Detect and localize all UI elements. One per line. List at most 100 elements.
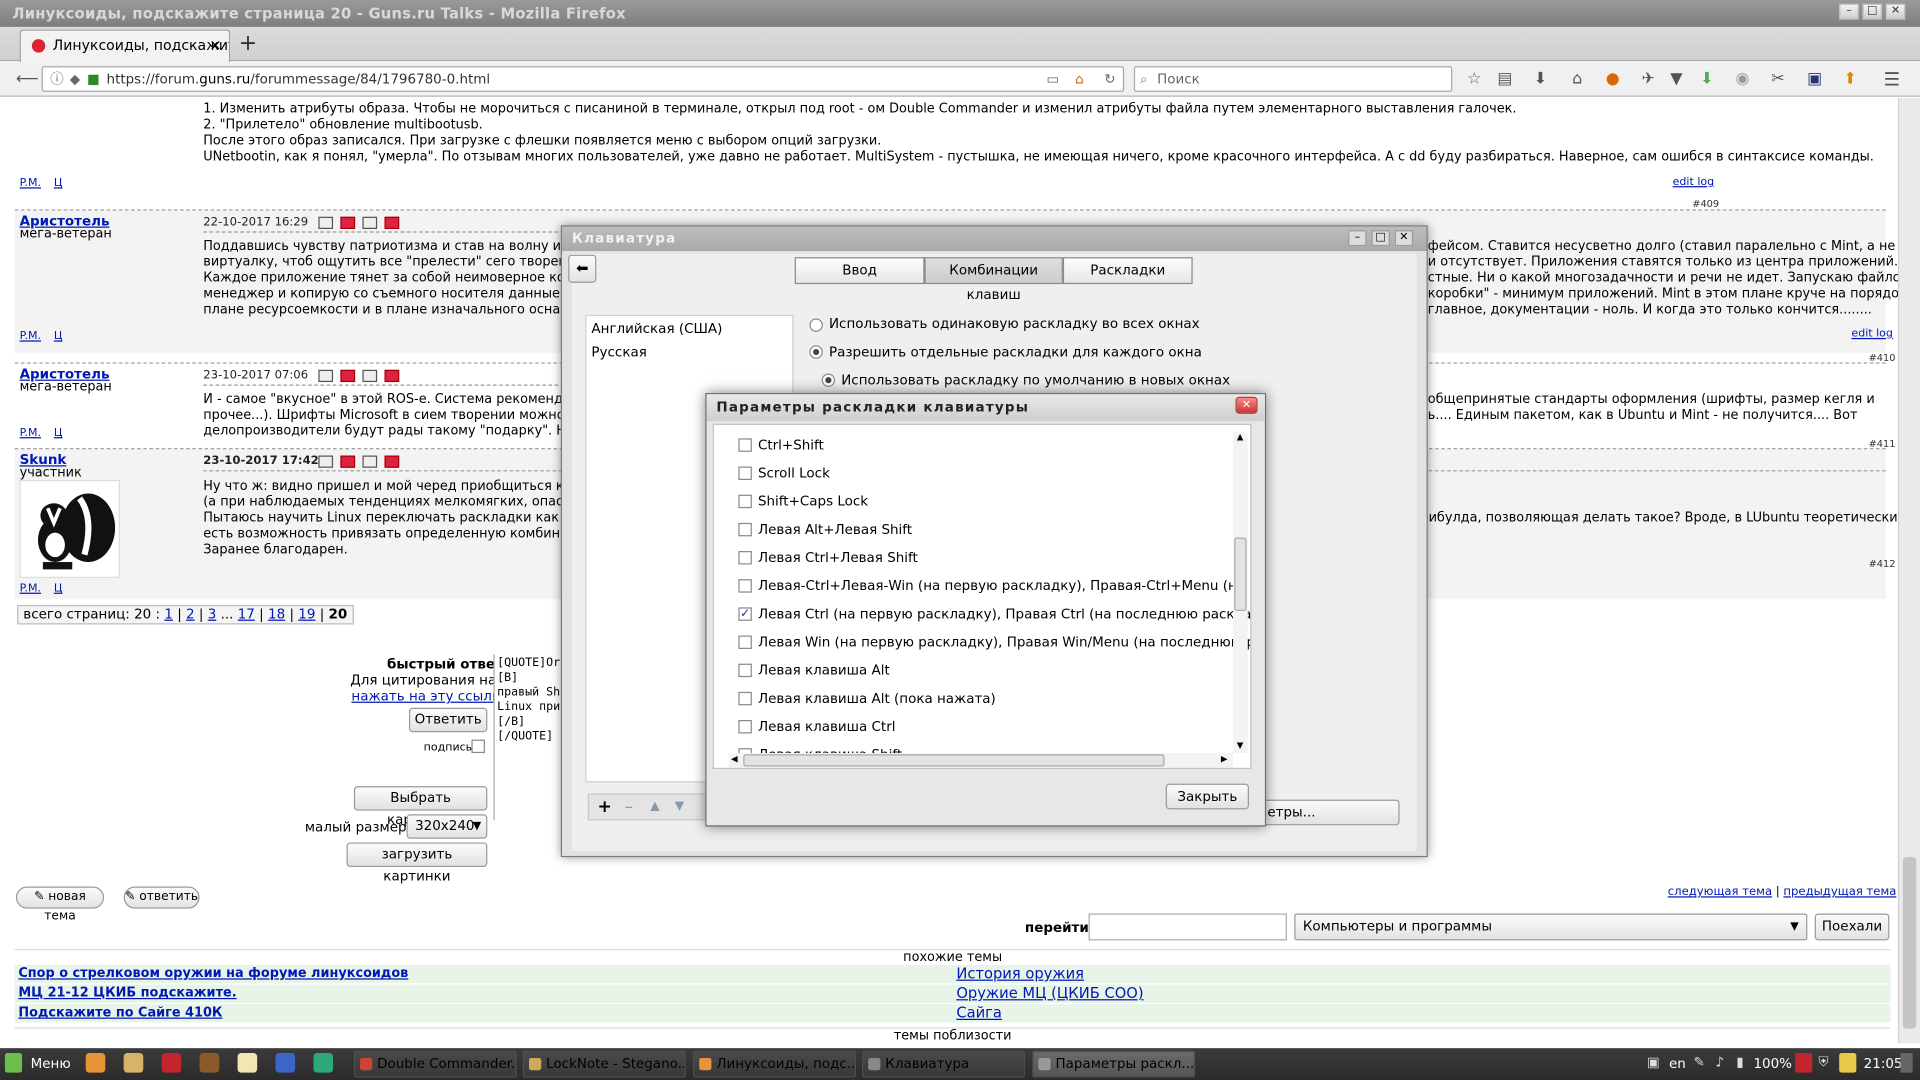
home-icon[interactable]: ⌂ — [1567, 70, 1587, 90]
goto-input[interactable] — [1088, 913, 1287, 941]
option-checkbox[interactable] — [738, 494, 752, 509]
page-link[interactable]: 3 — [208, 606, 217, 622]
start-menu-label[interactable]: Меню — [31, 1056, 71, 1072]
tab-close-icon[interactable]: × — [209, 31, 221, 60]
launcher-doublecmd-icon[interactable] — [161, 1053, 182, 1073]
radio-default-layout[interactable] — [821, 373, 836, 387]
radio-per-window-layout[interactable] — [809, 345, 823, 359]
launcher-network-icon[interactable] — [313, 1053, 334, 1073]
task-firefox[interactable]: Линуксоиды, подс... — [693, 1050, 856, 1078]
maximize-button[interactable]: □ — [1862, 3, 1883, 20]
move-up-icon[interactable]: ▲ — [650, 800, 659, 813]
volume-icon[interactable]: ♪ — [1716, 1054, 1725, 1070]
reply-icon[interactable] — [384, 216, 400, 229]
bookmark-star-icon[interactable]: ☆ — [1464, 70, 1484, 90]
pm-link[interactable]: P.M. — [20, 427, 41, 439]
move-down-icon[interactable]: ▼ — [675, 800, 684, 813]
similar-topic-link[interactable]: Оружие МЦ (ЦКИБ СОО) — [956, 984, 1143, 1001]
info-icon[interactable]: ⓘ — [50, 67, 63, 90]
notes-tray-icon[interactable] — [1839, 1053, 1857, 1073]
similar-topic-link[interactable]: История оружия — [956, 965, 1084, 982]
addon-plane-icon[interactable]: ✈ — [1638, 70, 1658, 90]
quote-hint-link[interactable]: нажать на эту ссылку — [351, 688, 508, 704]
edit-icon[interactable] — [362, 455, 378, 468]
pick-images-button[interactable]: Выбрать картинки — [353, 786, 488, 828]
keyboard-lang-indicator[interactable]: en — [1669, 1056, 1686, 1072]
hamburger-menu-icon[interactable]: ☰ — [1882, 70, 1902, 90]
signature-checkbox[interactable] — [471, 739, 485, 754]
language-item[interactable]: Английская (США) — [591, 321, 722, 337]
new-topic-button[interactable]: ✎ новая тема — [15, 886, 105, 923]
menu-icon[interactable] — [4, 1053, 23, 1073]
reader-view-icon[interactable]: ▭ — [1046, 67, 1059, 90]
forum-select[interactable]: Компьютеры и программы ▼ — [1294, 913, 1808, 941]
quote-link[interactable]: Ц — [54, 583, 63, 595]
page-link[interactable]: 19 — [298, 606, 315, 622]
tab-layouts[interactable]: Раскладки — [1062, 257, 1193, 285]
tab-input[interactable]: Ввод — [794, 257, 925, 285]
options-vscroll-thumb[interactable] — [1234, 537, 1247, 612]
go-button[interactable]: Поехали — [1814, 913, 1890, 941]
quote-link[interactable]: Ц — [54, 331, 63, 343]
edit-icon[interactable] — [362, 369, 378, 383]
remove-layout-icon[interactable]: – — [624, 797, 633, 817]
addon-arrow-icon[interactable]: ⬆ — [1840, 70, 1860, 90]
option-checkbox[interactable] — [738, 551, 752, 565]
reload-icon[interactable]: ↻ — [1104, 67, 1115, 90]
language-item[interactable]: Русская — [591, 344, 646, 360]
shield-icon[interactable]: ◆ — [70, 67, 80, 90]
bookmarks-list-icon[interactable]: ▤ — [1495, 70, 1515, 90]
layout-dialog-close-icon[interactable]: ✕ — [1235, 396, 1258, 414]
edit-icon[interactable] — [362, 216, 378, 229]
quote-link[interactable]: Ц — [54, 427, 63, 439]
profile-icon[interactable] — [318, 369, 334, 383]
reply-button[interactable]: Ответить — [408, 707, 488, 733]
reply-icon[interactable] — [384, 455, 400, 468]
task-locknote[interactable]: LockNote - Stegano... — [522, 1050, 686, 1078]
edit-log-link[interactable]: edit log — [1673, 176, 1714, 188]
close-button[interactable]: Закрыть — [1165, 783, 1249, 810]
edit-log-link[interactable]: edit log — [1851, 328, 1892, 340]
launcher-firefox-icon[interactable] — [85, 1053, 106, 1073]
scroll-right-icon[interactable]: ▶ — [1221, 754, 1228, 764]
similar-topic-link[interactable]: Сайга — [956, 1004, 1002, 1021]
page-scrollbar[interactable] — [1897, 97, 1920, 1044]
browser-tab[interactable]: Линуксоиды, подскажите × — [19, 29, 231, 63]
show-desktop-button[interactable] — [1900, 1053, 1913, 1073]
radio-same-layout[interactable] — [809, 318, 823, 332]
scrollbar-thumb[interactable] — [1902, 857, 1917, 1029]
option-checkbox[interactable] — [738, 466, 752, 481]
upload-images-button[interactable]: загрузить картинки — [346, 842, 488, 884]
option-checkbox[interactable] — [738, 663, 752, 678]
downloads-icon[interactable]: ⬇ — [1531, 70, 1551, 90]
reply-textarea[interactable]: [QUOTE]Or [B] правый Sh Linux при [/B] [… — [493, 653, 567, 821]
tray-app-icon[interactable] — [1795, 1053, 1813, 1073]
dialog-minimize-button[interactable]: – — [1348, 230, 1367, 247]
tab-shortcuts[interactable]: Комбинации клавиш — [924, 257, 1063, 302]
option-checkbox[interactable] — [738, 635, 752, 649]
pm-link[interactable]: P.M. — [20, 178, 41, 190]
search-input[interactable]: ⌕ Поиск — [1133, 66, 1453, 92]
report-icon[interactable] — [340, 216, 356, 229]
close-window-button[interactable]: ✕ — [1885, 3, 1906, 20]
addon-screen-icon[interactable]: ▣ — [1805, 70, 1825, 90]
launcher-app-icon[interactable] — [199, 1053, 220, 1073]
addon-download-icon[interactable]: ⬇ — [1697, 70, 1717, 90]
page-link[interactable]: 1 — [164, 606, 173, 622]
task-keyboard[interactable]: Клавиатура — [862, 1050, 1025, 1078]
reply-icon[interactable] — [384, 369, 400, 383]
params-button[interactable]: етры... — [1261, 799, 1400, 826]
similar-topic-link[interactable]: МЦ 21-12 ЦКИБ подскажите. — [18, 986, 236, 1001]
add-layout-icon[interactable]: + — [598, 797, 612, 817]
answer-button[interactable]: ✎ ответить — [123, 886, 200, 909]
page-action-icon[interactable]: ⌂ — [1075, 67, 1084, 90]
back-icon[interactable]: ⟵ — [16, 70, 39, 90]
new-tab-button[interactable]: + — [239, 32, 257, 55]
pm-link[interactable]: P.M. — [20, 583, 41, 595]
pen-icon[interactable]: ✎ — [1693, 1054, 1704, 1070]
similar-topic-link[interactable]: Подскажите по Сайге 410К — [18, 1005, 222, 1020]
clipboard-icon[interactable]: ▣ — [1647, 1054, 1660, 1070]
profile-icon[interactable] — [318, 455, 334, 468]
quote-link[interactable]: Ц — [54, 178, 63, 190]
launcher-files-icon[interactable] — [123, 1053, 144, 1073]
